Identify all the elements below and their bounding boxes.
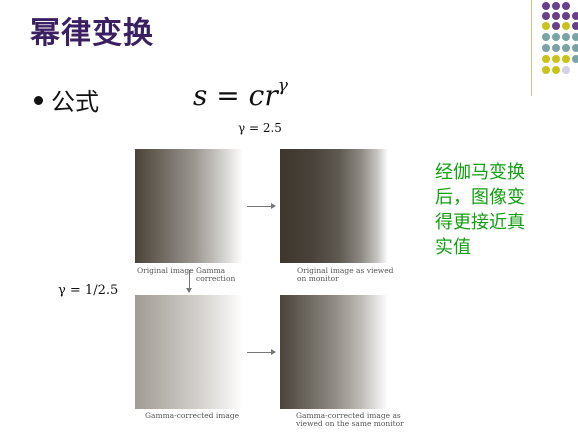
dot bbox=[562, 22, 570, 30]
dot bbox=[552, 12, 560, 20]
corrected-on-monitor-image bbox=[280, 295, 388, 409]
decorative-divider bbox=[531, 0, 532, 96]
dot bbox=[562, 66, 570, 74]
formula-exponent: γ bbox=[277, 75, 288, 96]
explanation-note: 经伽马变换后，图像变得更接近真实值 bbox=[435, 162, 525, 258]
original-on-monitor-image bbox=[280, 149, 388, 263]
caption-monitor: Original image as viewed on monitor bbox=[297, 267, 393, 283]
dot bbox=[552, 2, 560, 10]
caption-corrected-monitor-line2: viewed on the same monitor bbox=[296, 419, 404, 428]
dot bbox=[562, 44, 570, 52]
caption-gamma-correction: Gamma correction bbox=[196, 267, 235, 283]
caption-monitor-line2: on monitor bbox=[297, 274, 339, 283]
dot bbox=[562, 55, 570, 63]
caption-gamma-correction-line2: correction bbox=[196, 274, 236, 283]
dot bbox=[552, 55, 560, 63]
formula-base: s = cr bbox=[193, 79, 278, 112]
bullet-formula: 公式 bbox=[34, 82, 99, 117]
dot bbox=[552, 22, 560, 30]
dot bbox=[562, 12, 570, 20]
dot bbox=[562, 2, 570, 10]
dot bbox=[552, 44, 560, 52]
gamma-value-left: γ = 1/2.5 bbox=[58, 283, 119, 298]
caption-corrected-monitor: Gamma-corrected image as viewed on the s… bbox=[296, 412, 404, 428]
dot bbox=[542, 22, 550, 30]
arrow-right-top bbox=[247, 203, 276, 209]
original-image bbox=[135, 149, 243, 263]
dot bbox=[572, 22, 578, 30]
bullet-label: 公式 bbox=[51, 88, 99, 116]
caption-original: Original image bbox=[137, 266, 194, 275]
dot bbox=[542, 66, 550, 74]
formula: s = crγ bbox=[193, 75, 288, 112]
bullet-icon bbox=[34, 95, 43, 105]
dot bbox=[542, 55, 550, 63]
caption-corrected: Gamma-corrected image bbox=[145, 411, 240, 420]
dot bbox=[542, 33, 550, 41]
dot bbox=[552, 33, 560, 41]
dot bbox=[572, 55, 578, 63]
dot bbox=[572, 12, 578, 20]
dot bbox=[572, 44, 578, 52]
dot bbox=[562, 33, 570, 41]
dot bbox=[542, 44, 550, 52]
decorative-dot-grid bbox=[540, 2, 578, 74]
dot bbox=[572, 33, 578, 41]
gamma-corrected-image bbox=[135, 295, 243, 409]
dot bbox=[552, 66, 560, 74]
dot bbox=[542, 12, 550, 20]
slide-title: 幂律变换 bbox=[30, 16, 154, 51]
dot bbox=[542, 2, 550, 10]
gamma-value-top: γ = 2.5 bbox=[238, 121, 282, 135]
arrow-right-bottom bbox=[247, 349, 276, 355]
